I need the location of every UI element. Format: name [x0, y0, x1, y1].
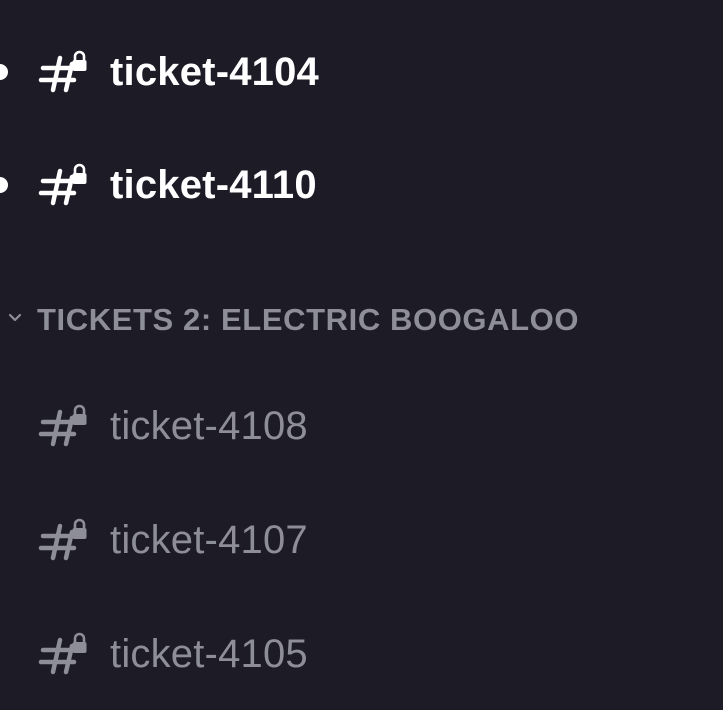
locked-text-channel-icon: [38, 404, 88, 448]
channel-name: ticket-4104: [110, 50, 319, 94]
unread-indicator: [0, 64, 8, 80]
channel-sidebar: ticket-4104 ticket-4110 TICKETS 2: ELECT…: [0, 0, 723, 710]
channel-item-ticket-4107[interactable]: ticket-4107: [0, 500, 723, 580]
locked-text-channel-icon: [38, 518, 88, 562]
channel-item-ticket-4108[interactable]: ticket-4108: [0, 386, 723, 466]
category-header[interactable]: TICKETS 2: ELECTRIC BOOGALOO: [0, 295, 723, 345]
channel-name: ticket-4105: [110, 632, 308, 676]
locked-text-channel-icon: [38, 50, 88, 94]
locked-text-channel-icon: [38, 632, 88, 676]
locked-text-channel-icon: [38, 163, 88, 207]
channel-item-ticket-4110[interactable]: ticket-4110: [0, 145, 723, 225]
channel-name: ticket-4110: [110, 163, 317, 207]
category-name: TICKETS 2: ELECTRIC BOOGALOO: [37, 302, 580, 337]
chevron-down-icon: [7, 310, 23, 326]
unread-indicator: [0, 177, 8, 193]
channel-name: ticket-4108: [110, 404, 308, 448]
channel-item-ticket-4104[interactable]: ticket-4104: [0, 32, 723, 112]
channel-name: ticket-4107: [110, 518, 308, 562]
channel-item-ticket-4105[interactable]: ticket-4105: [0, 614, 723, 694]
